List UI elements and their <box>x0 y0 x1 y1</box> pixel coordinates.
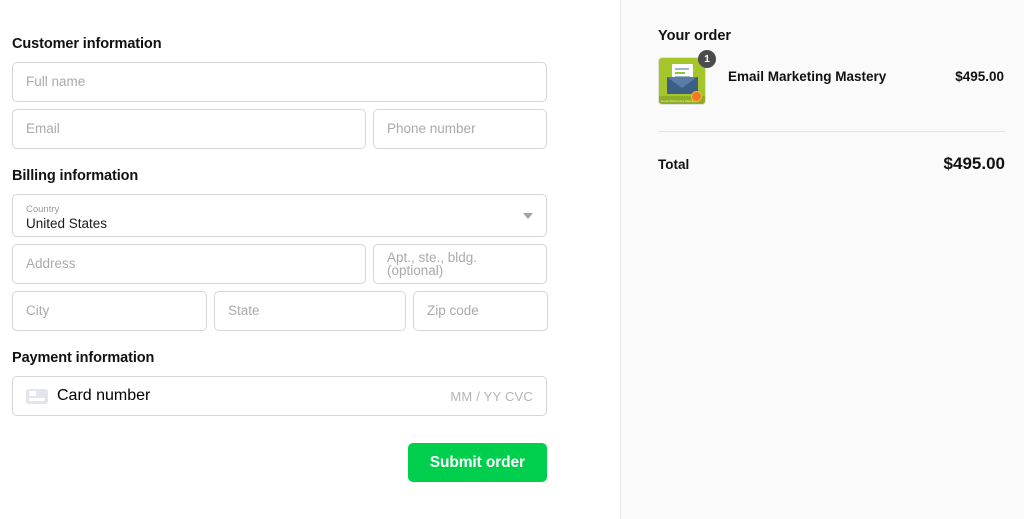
full-name-input[interactable]: Full name <box>12 62 547 102</box>
city-placeholder: City <box>26 304 49 318</box>
order-summary-heading: Your order <box>658 28 1004 44</box>
submit-order-button[interactable]: Submit order <box>408 443 547 482</box>
billing-information-heading: Billing information <box>12 168 547 184</box>
country-label: Country <box>26 204 533 215</box>
card-expiry-cvc-placeholder[interactable]: MM / YY CVC <box>450 389 533 404</box>
email-placeholder: Email <box>26 122 60 136</box>
order-total-row: Total $495.00 <box>658 132 1005 174</box>
phone-placeholder: Phone number <box>387 122 476 136</box>
address-input[interactable]: Address <box>12 244 366 284</box>
apartment-input[interactable]: Apt., ste., bldg. (optional) <box>373 244 547 284</box>
card-number-left-group: Card number <box>26 387 150 405</box>
email-phone-row: Email Phone number <box>12 109 547 149</box>
card-number-placeholder: Card number <box>57 387 150 405</box>
chevron-down-icon[interactable] <box>523 213 533 219</box>
product-name: Email Marketing Mastery <box>711 57 955 84</box>
credit-card-icon <box>26 389 48 404</box>
email-input[interactable]: Email <box>12 109 366 149</box>
city-state-zip-row: City State Zip code <box>12 291 547 331</box>
apartment-placeholder: Apt., ste., bldg. (optional) <box>387 251 533 278</box>
total-label: Total <box>658 157 689 172</box>
total-value: $495.00 <box>944 154 1005 174</box>
order-summary-panel: Your order Email Marketing Mastery 1 Ema… <box>620 0 1024 519</box>
card-number-input[interactable]: Card number MM / YY CVC <box>12 376 547 416</box>
customer-information-heading: Customer information <box>12 36 547 52</box>
checkout-form-column: Customer information Full name Email Pho… <box>0 0 620 519</box>
zip-code-placeholder: Zip code <box>427 304 479 318</box>
seal-badge-icon <box>691 91 702 102</box>
address-row: Address Apt., ste., bldg. (optional) <box>12 244 547 284</box>
state-input[interactable]: State <box>214 291 406 331</box>
address-placeholder: Address <box>26 257 76 271</box>
quantity-badge: 1 <box>698 50 716 68</box>
product-price: $495.00 <box>955 57 1004 84</box>
checkout-page: Customer information Full name Email Pho… <box>0 0 1024 519</box>
payment-information-heading: Payment information <box>12 350 547 366</box>
phone-input[interactable]: Phone number <box>373 109 547 149</box>
zip-code-input[interactable]: Zip code <box>413 291 548 331</box>
product-thumbnail-wrapper: Email Marketing Mastery 1 <box>658 57 711 105</box>
country-select[interactable]: Country United States <box>12 194 547 237</box>
state-placeholder: State <box>228 304 260 318</box>
submit-row: Submit order <box>12 443 547 482</box>
full-name-placeholder: Full name <box>26 75 85 89</box>
city-input[interactable]: City <box>12 291 207 331</box>
country-value: United States <box>26 216 533 232</box>
full-name-row: Full name <box>12 62 547 102</box>
order-line-item: Email Marketing Mastery 1 Email Marketin… <box>658 57 1004 131</box>
